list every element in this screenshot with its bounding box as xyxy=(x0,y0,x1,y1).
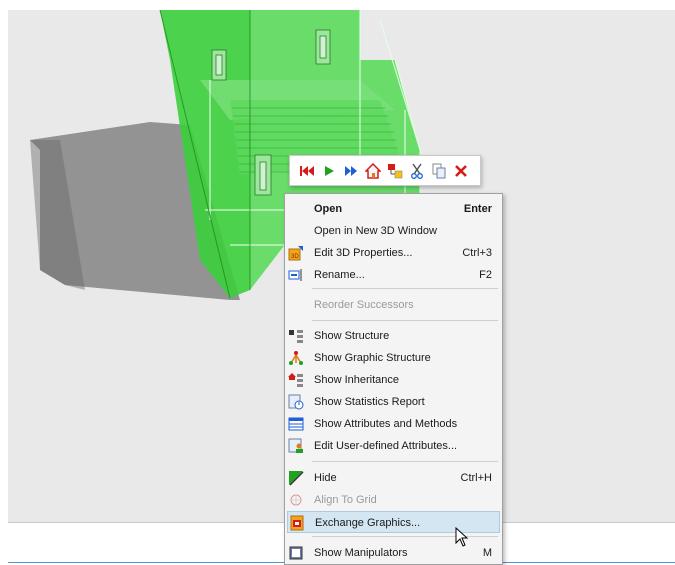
menu-item-hide[interactable]: Hide Ctrl+H xyxy=(287,467,500,489)
play-icon[interactable] xyxy=(318,160,340,182)
mouse-pointer-icon xyxy=(455,527,469,547)
menu-item-show-structure[interactable]: Show Structure xyxy=(287,325,500,347)
cut-icon[interactable] xyxy=(406,160,428,182)
menu-item-open[interactable]: Open Enter xyxy=(287,198,500,220)
statistics-report-icon xyxy=(288,394,304,410)
first-icon[interactable] xyxy=(296,160,318,182)
3d-properties-icon: 3D xyxy=(288,245,304,261)
menu-separator xyxy=(312,536,498,537)
graphic-structure-icon xyxy=(288,350,304,366)
menu-item-show-graphic-structure[interactable]: Show Graphic Structure xyxy=(287,347,500,369)
attributes-table-icon xyxy=(288,416,304,432)
user-attributes-icon xyxy=(288,438,304,454)
fast-forward-icon[interactable] xyxy=(340,160,362,182)
menu-item-edit-3d-properties[interactable]: 3D Edit 3D Properties... Ctrl+3 xyxy=(287,242,500,264)
context-menu: Open Enter Open in New 3D Window 3D Edit… xyxy=(284,193,503,565)
svg-text:3D: 3D xyxy=(291,254,299,260)
structure-icon[interactable] xyxy=(384,160,406,182)
menu-item-edit-user-defined-attributes[interactable]: Edit User-defined Attributes... xyxy=(287,435,500,457)
menu-item-reorder-successors[interactable]: Reorder Successors xyxy=(287,294,500,316)
copy-icon[interactable] xyxy=(428,160,450,182)
mini-toolbar xyxy=(289,155,481,186)
menu-item-align-to-grid[interactable]: Align To Grid xyxy=(287,489,500,511)
menu-item-show-inheritance[interactable]: Show Inheritance xyxy=(287,369,500,391)
manipulators-icon xyxy=(288,545,304,561)
menu-separator xyxy=(312,288,498,289)
menu-item-show-attributes-methods[interactable]: Show Attributes and Methods xyxy=(287,413,500,435)
rename-icon xyxy=(288,267,304,283)
menu-item-show-statistics-report[interactable]: Show Statistics Report xyxy=(287,391,500,413)
hide-icon xyxy=(288,470,304,486)
delete-icon[interactable] xyxy=(450,160,472,182)
home-icon[interactable] xyxy=(362,160,384,182)
align-grid-icon xyxy=(288,492,304,508)
menu-separator xyxy=(312,461,498,462)
structure-tree-icon xyxy=(288,328,304,344)
exchange-graphics-icon xyxy=(289,515,305,531)
menu-item-rename[interactable]: Rename... F2 xyxy=(287,264,500,286)
inheritance-icon xyxy=(288,372,304,388)
menu-item-open-new-3d-window[interactable]: Open in New 3D Window xyxy=(287,220,500,242)
menu-separator xyxy=(312,320,498,321)
